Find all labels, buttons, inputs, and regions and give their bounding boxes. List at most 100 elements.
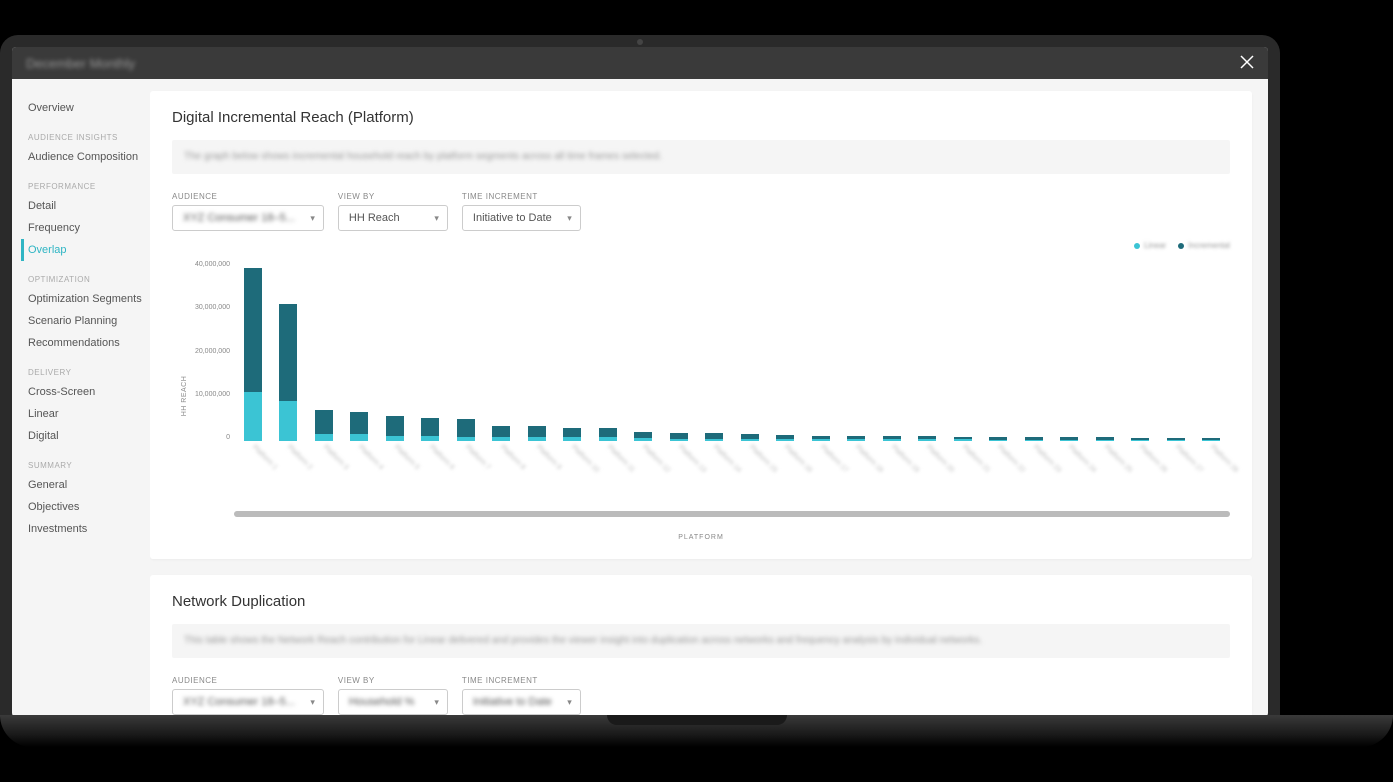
sidebar-item-overlap[interactable]: Overlap — [21, 239, 150, 261]
bar-category-label: Platform 7 — [464, 444, 492, 472]
bar-stack[interactable] — [492, 426, 510, 441]
bar-stack[interactable] — [1096, 437, 1114, 441]
bar-stack[interactable] — [883, 436, 901, 441]
y-axis-ticks: 40,000,00030,000,00020,000,00010,000,000… — [182, 261, 230, 441]
bar-stack[interactable] — [634, 432, 652, 441]
bar-group: Platform 18 — [842, 436, 872, 441]
bar-stack[interactable] — [776, 435, 794, 441]
bar-group: Platform 22 — [984, 437, 1014, 441]
bar-stack[interactable] — [563, 428, 581, 441]
bar-stack[interactable] — [954, 437, 972, 441]
bar-stack[interactable] — [421, 418, 439, 441]
bar-category-label: Platform 20 — [925, 444, 955, 474]
scrollbar-thumb[interactable] — [234, 511, 1230, 517]
chart-plot: Platform 1Platform 2Platform 3Platform 4… — [234, 261, 1230, 441]
bar-segment-a — [350, 434, 368, 441]
bar-stack[interactable] — [918, 436, 936, 441]
legend-dot-icon — [1134, 243, 1140, 249]
sidebar-item-frequency[interactable]: Frequency — [21, 217, 150, 239]
close-icon[interactable] — [1240, 54, 1254, 72]
bar-stack[interactable] — [812, 436, 830, 441]
bar-segment-b — [350, 412, 368, 435]
sidebar-item-cross-screen[interactable]: Cross-Screen — [21, 381, 150, 403]
y-tick: 20,000,000 — [182, 348, 230, 355]
bar-stack[interactable] — [1202, 438, 1220, 441]
bar-segment-a — [386, 436, 404, 441]
timeinc-label: TIME INCREMENT — [462, 676, 581, 685]
audience-label: AUDIENCE — [172, 676, 324, 685]
sidebar-item-digital[interactable]: Digital — [21, 425, 150, 447]
bar-segment-a — [954, 439, 972, 441]
bar-stack[interactable] — [386, 416, 404, 441]
panel-description: This table shows the Network Reach contr… — [184, 634, 1218, 648]
bar-stack[interactable] — [528, 426, 546, 441]
sidebar-item-audience-composition[interactable]: Audience Composition — [21, 146, 150, 168]
timeinc-select[interactable]: Initiative to Date ▾ — [462, 689, 581, 715]
bar-segment-a — [492, 437, 510, 441]
bar-stack[interactable] — [1060, 437, 1078, 441]
bar-category-label: Platform 13 — [677, 444, 707, 474]
bar-segment-b — [599, 428, 617, 437]
chevron-down-icon: ▾ — [567, 213, 572, 224]
sidebar-item-general[interactable]: General — [21, 474, 150, 496]
panel-description: The graph below shows incremental househ… — [184, 150, 1218, 164]
sidebar-item-detail[interactable]: Detail — [21, 195, 150, 217]
bar-segment-a — [599, 437, 617, 441]
bar-segment-b — [528, 426, 546, 437]
viewby-label: VIEW BY — [338, 676, 448, 685]
viewby-select[interactable]: HH Reach ▾ — [338, 205, 448, 231]
audience-select[interactable]: XYZ Consumer 18–5... ▾ — [172, 205, 324, 231]
timeinc-select[interactable]: Initiative to Date ▾ — [462, 205, 581, 231]
sidebar-item-investments[interactable]: Investments — [21, 518, 150, 540]
bar-stack[interactable] — [1167, 438, 1185, 441]
sidebar-section-header: DELIVERY — [24, 354, 150, 381]
sidebar-item-linear[interactable]: Linear — [21, 403, 150, 425]
bar-stack[interactable] — [741, 434, 759, 441]
legend-item-a: Linear — [1134, 241, 1166, 250]
sidebar-item-objectives[interactable]: Objectives — [21, 496, 150, 518]
viewby-select[interactable]: Household % ▾ — [338, 689, 448, 715]
bar-stack[interactable] — [350, 412, 368, 441]
bar-group: Platform 27 — [1161, 438, 1191, 441]
bar-segment-a — [279, 401, 297, 442]
bar-stack[interactable] — [457, 419, 475, 441]
bar-group: Platform 28 — [1197, 438, 1227, 441]
bar-stack[interactable] — [599, 428, 617, 441]
chart-legend: Linear Incremental — [1134, 241, 1230, 250]
chart-scrollbar[interactable] — [234, 511, 1230, 517]
bar-stack[interactable] — [244, 268, 262, 441]
viewby-label: VIEW BY — [338, 192, 448, 201]
bar-category-label: Platform 19 — [890, 444, 920, 474]
bar-stack[interactable] — [670, 433, 688, 441]
bar-stack[interactable] — [847, 436, 865, 441]
sidebar-item-overview[interactable]: Overview — [21, 97, 150, 119]
y-tick: 0 — [182, 434, 230, 441]
bar-stack[interactable] — [1025, 437, 1043, 441]
sidebar-item-scenario-planning[interactable]: Scenario Planning — [21, 310, 150, 332]
laptop-notch — [607, 715, 787, 725]
bar-stack[interactable] — [989, 437, 1007, 441]
bar-stack[interactable] — [705, 433, 723, 441]
bar-segment-a — [421, 436, 439, 441]
bar-group: Platform 8 — [487, 426, 517, 441]
sidebar-section-header: SUMMARY — [24, 447, 150, 474]
main-content: Digital Incremental Reach (Platform) The… — [150, 79, 1268, 717]
bar-category-label: Platform 4 — [357, 444, 385, 472]
sidebar-item-recommendations[interactable]: Recommendations — [21, 332, 150, 354]
bar-segment-b — [563, 428, 581, 438]
bar-stack[interactable] — [315, 410, 333, 442]
bar-segment-a — [315, 434, 333, 441]
bar-category-label: Platform 28 — [1209, 444, 1239, 474]
audience-select[interactable]: XYZ Consumer 18–5... ▾ — [172, 689, 324, 715]
bar-segment-a — [1167, 440, 1185, 441]
bar-stack[interactable] — [1131, 438, 1149, 441]
bar-stack[interactable] — [279, 304, 297, 441]
bar-category-label: Platform 1 — [251, 444, 279, 472]
legend-item-b: Incremental — [1178, 241, 1230, 250]
panel-description-box: The graph below shows incremental househ… — [172, 140, 1230, 174]
bar-group: Platform 10 — [558, 428, 588, 441]
sidebar-item-optimization-segments[interactable]: Optimization Segments — [21, 288, 150, 310]
bar-segment-b — [492, 426, 510, 437]
bar-category-label: Platform 27 — [1174, 444, 1204, 474]
bar-segment-a — [457, 437, 475, 442]
